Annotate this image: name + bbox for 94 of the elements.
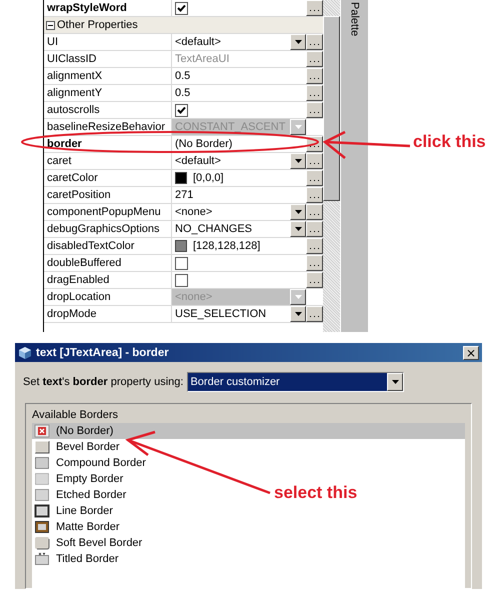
property-name: border <box>44 136 172 152</box>
ellipsis-button[interactable] <box>306 68 323 84</box>
window-title: text [JTextArea] - border <box>36 346 170 358</box>
border-titled-icon <box>34 552 50 566</box>
property-name: doubleBuffered <box>44 255 172 271</box>
property-name: wrapStyleWord <box>44 0 172 16</box>
ellipsis-button[interactable] <box>306 255 323 271</box>
dropdown-value: Border customizer <box>188 373 388 391</box>
property-name: UI <box>44 34 172 50</box>
ellipsis-button[interactable] <box>306 306 323 322</box>
border-softbevel-icon <box>34 536 50 550</box>
property-name: caretColor <box>44 170 172 186</box>
border-list-item[interactable]: Line Border <box>32 503 117 519</box>
dropdown-button[interactable] <box>290 34 306 50</box>
dropdown-button[interactable] <box>290 289 306 305</box>
category-label: Other Properties <box>57 19 138 31</box>
border-list-item[interactable]: Compound Border <box>32 455 150 471</box>
caret-icon <box>294 159 302 163</box>
cube-icon <box>18 346 32 360</box>
ellipsis-button[interactable] <box>306 51 323 67</box>
border-empty-icon <box>34 472 50 486</box>
property-value: NO_CHANGES <box>175 223 252 235</box>
scrollbar-thumb[interactable] <box>323 16 340 201</box>
property-name: dragEnabled <box>44 272 172 288</box>
scrollbar[interactable] <box>323 0 340 332</box>
border-etched-icon <box>34 488 50 502</box>
dropdown-button[interactable] <box>290 204 306 220</box>
ellipsis-button[interactable] <box>306 187 323 203</box>
border-list-item[interactable]: Empty Border <box>32 471 128 487</box>
property-name: debugGraphicsOptions <box>44 221 172 237</box>
checkbox[interactable] <box>175 2 188 14</box>
panel-title: Available Borders <box>32 409 120 421</box>
property-value: TextAreaUI <box>175 53 230 65</box>
property-name: autoscrolls <box>44 102 172 118</box>
checkbox[interactable] <box>175 274 188 286</box>
check-icon <box>177 106 186 114</box>
dropdown-button[interactable] <box>290 306 306 322</box>
property-value: [128,128,128] <box>193 240 260 252</box>
border-list-item[interactable]: Titled Border <box>32 551 123 567</box>
property-value: 0.5 <box>175 70 190 82</box>
annotation-text: click this <box>413 132 486 152</box>
property-value: <none> <box>175 206 212 218</box>
property-name: caretPosition <box>44 187 172 203</box>
border-list-item[interactable]: (No Border) <box>32 423 465 439</box>
dropdown-button[interactable] <box>290 119 306 135</box>
property-name: alignmentX <box>44 68 172 84</box>
border-list-item[interactable]: Matte Border <box>32 519 124 535</box>
ellipsis-button[interactable] <box>306 0 323 16</box>
property-value: [0,0,0] <box>193 172 224 184</box>
property-value: <default> <box>175 36 221 48</box>
property-value: 271 <box>175 189 194 201</box>
property-value: USE_SELECTION <box>175 308 266 320</box>
collapse-icon[interactable] <box>46 20 55 30</box>
prompt-label: Set text's border property using: <box>23 376 184 388</box>
property-value: <default> <box>175 155 221 167</box>
property-value: 0.5 <box>175 87 190 99</box>
property-name: disabledTextColor <box>44 238 172 254</box>
border-list-item[interactable]: Soft Bevel Border <box>32 535 146 551</box>
ellipsis-button[interactable] <box>306 102 323 118</box>
ellipsis-button[interactable] <box>306 238 323 254</box>
ellipsis-button[interactable] <box>306 221 323 237</box>
dropdown-button[interactable] <box>290 221 306 237</box>
ellipsis-button[interactable] <box>306 272 323 288</box>
category-row[interactable]: Other Properties <box>44 17 323 34</box>
border-matte-icon <box>34 520 50 534</box>
ellipsis-button[interactable] <box>306 153 323 169</box>
border-list-item[interactable]: Bevel Border <box>32 439 124 455</box>
customizer-dropdown[interactable]: Border customizer <box>187 372 404 392</box>
ellipsis-button[interactable] <box>306 204 323 220</box>
property-value: (No Border) <box>175 138 232 150</box>
caret-icon <box>294 227 302 231</box>
ellipsis-button[interactable] <box>306 170 323 186</box>
property-name: dropMode <box>44 306 172 322</box>
close-button[interactable]: × <box>463 346 479 360</box>
ellipsis-button[interactable] <box>306 85 323 101</box>
caret-icon <box>392 380 399 384</box>
border-list-item[interactable]: Etched Border <box>32 487 130 503</box>
property-name: componentPopupMenu <box>44 204 172 220</box>
ellipsis-button[interactable] <box>306 34 323 50</box>
caret-icon <box>294 312 302 316</box>
border-compound-icon <box>34 456 50 470</box>
dropdown-button[interactable] <box>290 153 306 169</box>
caret-icon <box>294 125 302 129</box>
annotation-text: select this <box>274 483 358 503</box>
checkbox[interactable] <box>175 104 188 116</box>
caret-icon <box>294 40 302 44</box>
property-name: caret <box>44 153 172 169</box>
checkbox[interactable] <box>175 256 188 270</box>
palette-tab[interactable]: Palette <box>340 0 368 332</box>
property-name: alignmentY <box>44 85 172 101</box>
caret-icon <box>294 210 302 214</box>
property-name: UIClassID <box>44 51 172 67</box>
caret-icon <box>294 295 302 299</box>
check-icon <box>177 4 186 12</box>
